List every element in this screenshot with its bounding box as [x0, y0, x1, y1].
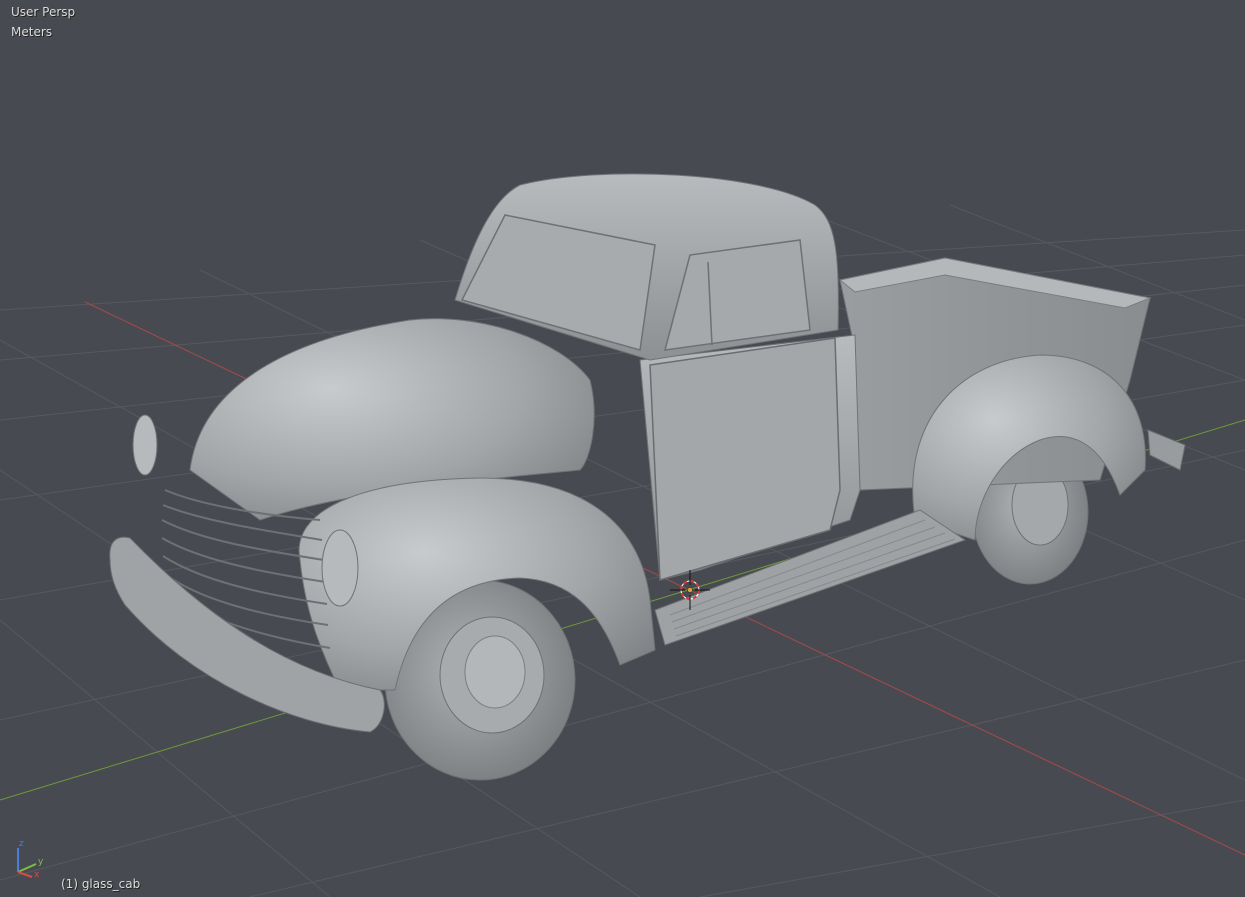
right-headlight [321, 529, 359, 607]
gizmo-z-label: z [19, 839, 24, 849]
left-headlight [132, 414, 158, 476]
viewport-canvas: z y x [0, 173, 1245, 897]
rear-bumper [1147, 429, 1186, 471]
units-label: Meters [11, 25, 53, 39]
front-wheel-cap [464, 635, 526, 709]
3d-viewport[interactable]: z y x User Persp Meters (1) glass_cab [0, 0, 1245, 897]
gizmo-y-label: y [38, 857, 44, 867]
axis-gizmo: z y x [17, 839, 44, 880]
view-name-label: User Persp [11, 5, 76, 19]
truck-model[interactable] [109, 173, 1186, 781]
active-object-label: (1) glass_cab [61, 877, 141, 891]
gizmo-x-label: x [34, 870, 40, 880]
